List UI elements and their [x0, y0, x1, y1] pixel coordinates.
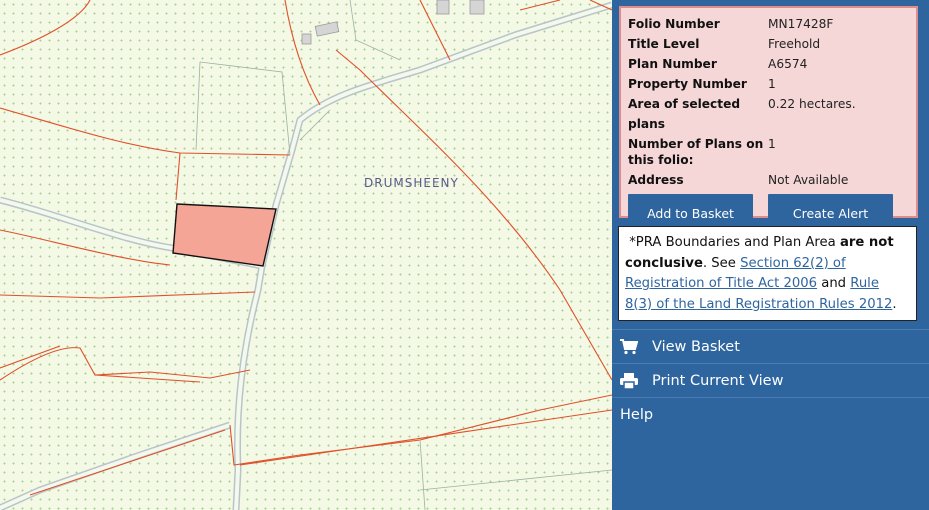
place-label: DRUMSHEENY — [364, 176, 459, 190]
help-menu-item[interactable]: Help — [612, 397, 929, 431]
title-level-row: Title Level Freehold — [628, 34, 916, 54]
print-view-menu-item[interactable]: Print Current View — [612, 363, 929, 397]
map-canvas[interactable] — [0, 0, 612, 510]
address-value: Not Available — [768, 173, 849, 187]
buildings — [301, 0, 485, 45]
printer-icon — [620, 372, 638, 390]
area-row: Area of selected plans 0.22 hectares. — [628, 94, 916, 134]
plans-count-value: 1 — [768, 137, 776, 151]
address-label: Address — [628, 173, 684, 187]
roads — [0, 1, 612, 510]
print-view-label: Print Current View — [652, 372, 784, 389]
view-basket-menu-item[interactable]: View Basket — [612, 329, 929, 363]
area-label: Area of selected plans — [628, 97, 741, 131]
property-number-value: 1 — [768, 77, 776, 91]
disclaimer-prefix: *PRA Boundaries and Plan Area — [629, 235, 840, 250]
selected-parcel[interactable] — [172, 203, 277, 267]
title-level-value: Freehold — [768, 37, 821, 51]
plans-count-label: Number of Plans on this folio: — [628, 137, 764, 167]
address-row: Address Not Available — [628, 170, 916, 190]
property-number-row: Property Number 1 — [628, 74, 916, 94]
area-value: 0.22 hectares. — [768, 97, 856, 111]
plans-count-row: Number of Plans on this folio: 1 — [628, 134, 916, 170]
view-basket-label: View Basket — [652, 338, 740, 355]
disclaimer-box: *PRA Boundaries and Plan Area are not co… — [618, 226, 917, 321]
help-label: Help — [620, 406, 654, 423]
disclaimer-mid: . See — [702, 255, 741, 271]
plan-number-row: Plan Number A6574 — [628, 54, 916, 74]
folio-number-row: Folio Number MN17428F — [628, 14, 916, 34]
folio-info-box: Folio Number MN17428F Title Level Freeho… — [619, 6, 918, 233]
folio-number-label: Folio Number — [628, 17, 720, 31]
plan-number-value: A6574 — [768, 57, 808, 71]
property-number-label: Property Number — [628, 77, 747, 91]
cart-icon — [620, 338, 639, 355]
plan-number-label: Plan Number — [628, 57, 717, 71]
disclaimer-and: and — [817, 276, 851, 291]
field-boundaries — [0, 0, 612, 496]
folio-number-value: MN17428F — [768, 17, 834, 31]
side-panel: Folio Number MN17428F Title Level Freeho… — [612, 0, 929, 510]
map-view[interactable]: DRUMSHEENY — [0, 0, 612, 510]
title-level-label: Title Level — [628, 37, 700, 51]
disclaimer-suffix: . — [892, 296, 897, 312]
